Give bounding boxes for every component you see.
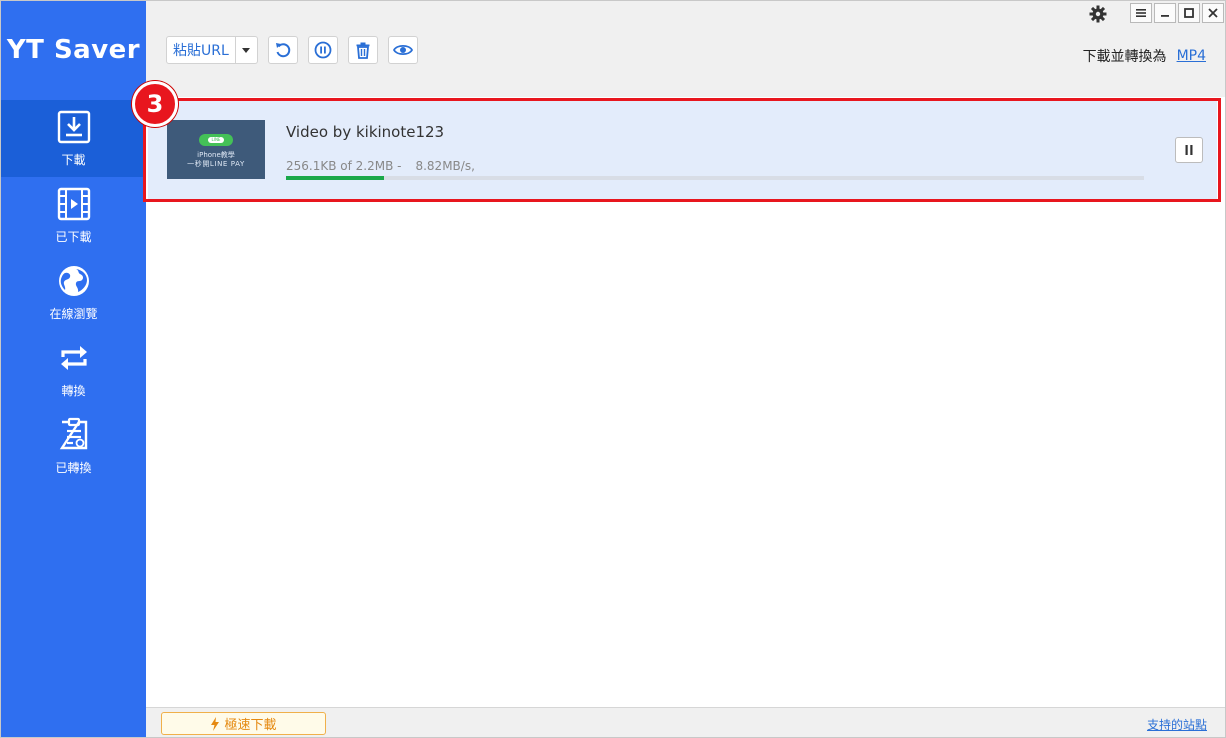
sidebar-item-label: 已下載 — [55, 230, 92, 244]
retry-button[interactable] — [267, 36, 298, 64]
minimize-icon — [1161, 15, 1169, 17]
sidebar-item-downloaded[interactable]: 已下載 — [1, 177, 146, 254]
lightning-icon — [211, 716, 220, 731]
preview-button[interactable] — [387, 36, 418, 64]
sidebar-item-download[interactable]: 下載 — [1, 100, 146, 177]
download-icon — [57, 110, 90, 144]
sidebar-item-label: 在線瀏覽 — [49, 307, 98, 321]
convert-icon — [60, 346, 87, 370]
maximize-icon — [1184, 8, 1194, 18]
sidebar-item-label: 已轉換 — [55, 461, 92, 475]
converted-list-icon — [59, 417, 87, 450]
annotation-highlight-box — [143, 98, 1221, 202]
sidebar-item-label: 下載 — [61, 153, 86, 167]
convert-format-link[interactable]: MP4 — [1177, 48, 1206, 64]
convert-format-selector: 下載並轉換為 MP4 — [1083, 46, 1206, 66]
pause-all-button[interactable] — [307, 36, 338, 64]
minimize-button[interactable] — [1154, 3, 1176, 23]
globe-icon — [58, 266, 89, 296]
sidebar-item-label: 轉換 — [61, 384, 86, 398]
toolbar: 粘貼URL — [166, 36, 428, 64]
sidebar-item-converted[interactable]: 已轉換 — [1, 408, 146, 485]
close-icon — [1208, 8, 1218, 18]
eye-icon — [392, 44, 413, 56]
window-controls — [1130, 3, 1224, 23]
turbo-download-label: 極速下載 — [224, 718, 277, 733]
refresh-icon — [275, 43, 290, 58]
turbo-download-button[interactable]: 極速下載 — [161, 712, 326, 735]
sidebar: YT Saver 下載 已下載 在線瀏覽 轉換 已轉換 — [1, 1, 146, 737]
annotation-step-badge: 3 — [132, 81, 178, 127]
sidebar-item-convert[interactable]: 轉換 — [1, 331, 146, 408]
convert-label: 下載並轉換為 — [1082, 49, 1167, 65]
close-button[interactable] — [1202, 3, 1224, 23]
film-icon — [57, 187, 90, 221]
status-bar: 極速下載 支持的站點 — [146, 707, 1225, 737]
delete-button[interactable] — [347, 36, 378, 64]
paste-url-dropdown[interactable] — [235, 36, 258, 64]
paste-url-button[interactable]: 粘貼URL — [166, 36, 236, 64]
menu-icon — [1136, 9, 1146, 17]
trash-icon — [356, 42, 370, 59]
app-logo: YT Saver — [6, 35, 141, 65]
pause-circle-icon — [314, 41, 332, 59]
caret-down-icon — [242, 47, 251, 53]
menu-button[interactable] — [1130, 3, 1152, 23]
sidebar-item-browse[interactable]: 在線瀏覽 — [1, 254, 146, 331]
supported-sites-link[interactable]: 支持的站點 — [1147, 716, 1207, 733]
sidebar-nav: 下載 已下載 在線瀏覽 轉換 已轉換 — [1, 100, 146, 485]
maximize-button[interactable] — [1178, 3, 1200, 23]
settings-gear-icon[interactable] — [1088, 4, 1108, 24]
